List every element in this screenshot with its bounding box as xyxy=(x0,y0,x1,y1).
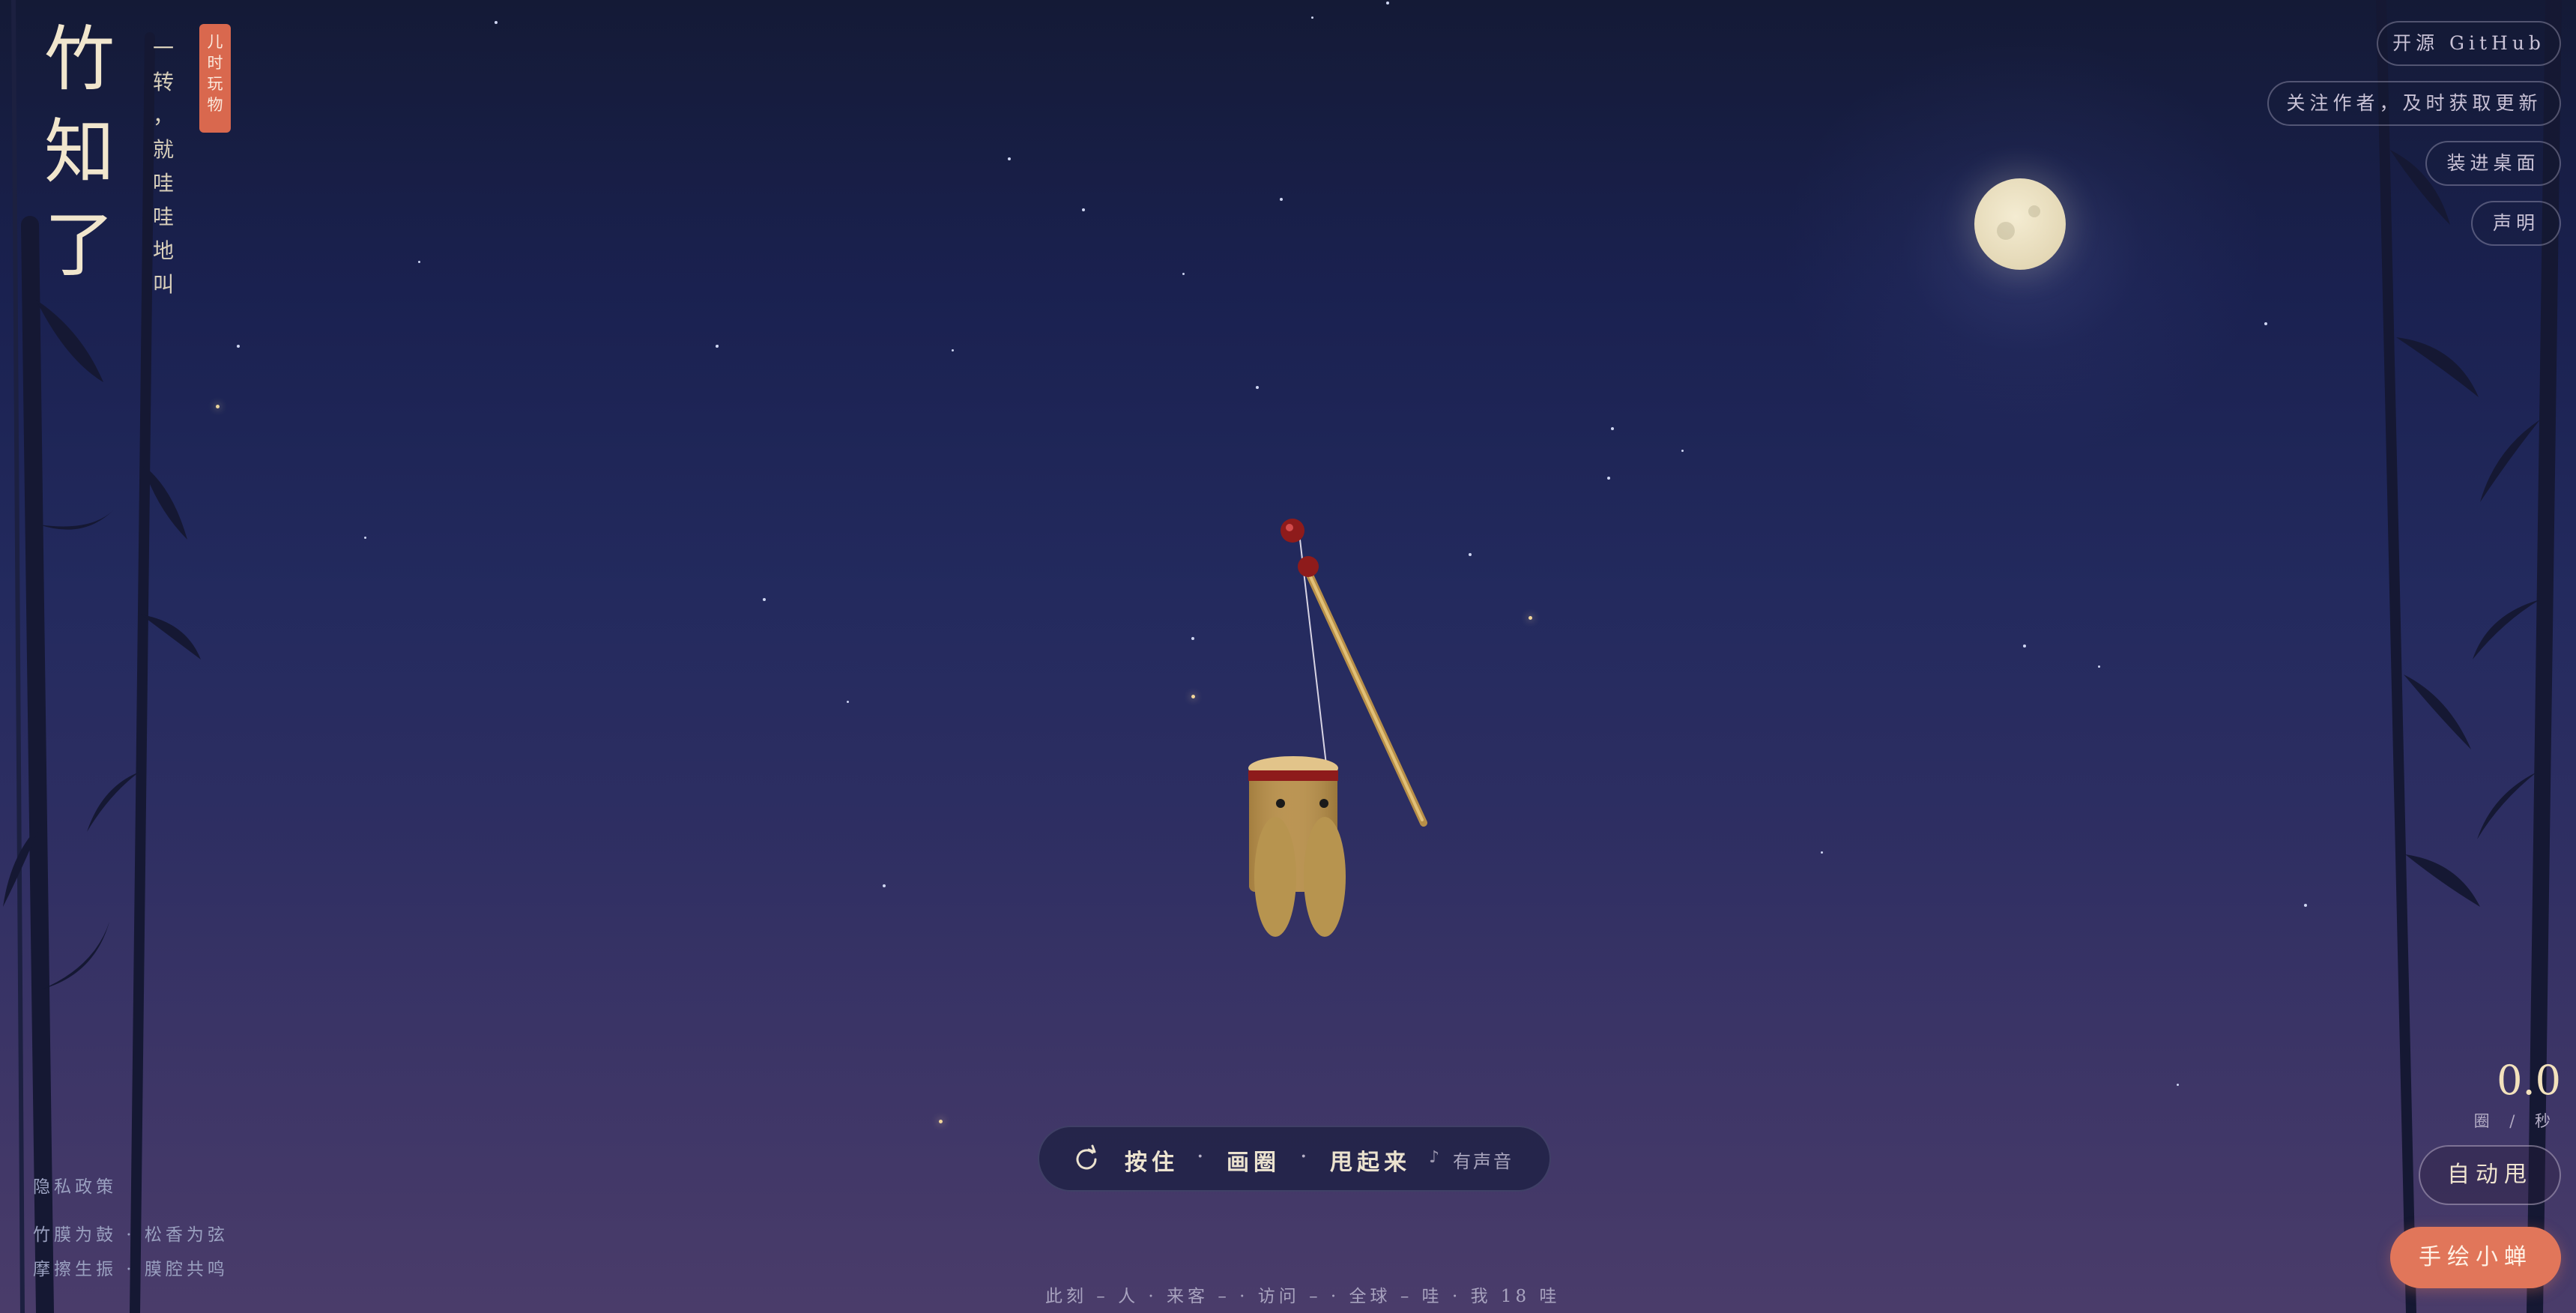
seal-char: 物 xyxy=(207,96,223,114)
github-button[interactable]: 开源 GitHub xyxy=(2377,21,2561,66)
follow-author-button[interactable]: 关注作者，及时获取更新 xyxy=(2267,81,2561,126)
star xyxy=(495,21,498,24)
privacy-policy-link[interactable]: 隐私政策 xyxy=(33,1172,117,1198)
night-sky-background xyxy=(0,0,2576,1313)
app-title: 竹 知 了 xyxy=(42,13,117,292)
star xyxy=(2177,1084,2179,1086)
sound-toggle[interactable]: 有声音 xyxy=(1453,1147,1514,1173)
star xyxy=(716,345,719,347)
step-circle: 画圈 xyxy=(1227,1150,1281,1176)
separator: · xyxy=(1300,1144,1307,1170)
subtitle-char: 哇 xyxy=(152,205,174,229)
spin-rate-value: 0.0 xyxy=(2497,1057,2561,1104)
star xyxy=(952,349,954,351)
app-subtitle: 一 转 ， 就 哇 哇 地 叫 xyxy=(148,31,178,301)
subtitle-char: 一 xyxy=(152,36,174,61)
star xyxy=(1182,273,1185,275)
cicada-toy-icon xyxy=(1248,519,1427,937)
draw-cicada-button[interactable]: 手绘小蝉 xyxy=(2390,1227,2561,1288)
star xyxy=(2264,322,2267,325)
star xyxy=(763,598,766,601)
subtitle-char: 叫 xyxy=(152,272,174,297)
spin-rate-unit: 圈 / 秒 xyxy=(2473,1112,2558,1130)
visitor-stats: 此刻 – 人 · 来客 – · 访问 – · 全球 – 哇 · 我 18 哇 xyxy=(1045,1287,1561,1306)
seal-badge: 儿 时 玩 物 xyxy=(199,24,231,133)
title-char: 竹 xyxy=(43,19,115,100)
star xyxy=(364,537,366,539)
star xyxy=(1280,198,1283,201)
star xyxy=(1311,16,1313,19)
star xyxy=(1256,386,1259,389)
seal-char: 时 xyxy=(207,54,223,72)
star xyxy=(1469,553,1472,556)
star xyxy=(883,884,886,887)
sound-icon[interactable]: ♪ xyxy=(1429,1148,1445,1167)
star xyxy=(1191,695,1195,698)
seal-char: 儿 xyxy=(207,33,223,51)
subtitle-char: 地 xyxy=(152,238,174,263)
separator: · xyxy=(1197,1144,1204,1170)
star xyxy=(1821,851,1823,854)
title-char: 了 xyxy=(43,205,115,286)
star xyxy=(847,701,849,703)
statement-button[interactable]: 声明 xyxy=(2471,201,2561,246)
star xyxy=(1082,208,1085,211)
star xyxy=(2098,665,2100,668)
star xyxy=(1008,157,1011,160)
step-press: 按住 xyxy=(1125,1150,1179,1176)
star xyxy=(237,345,240,348)
rotate-icon xyxy=(1076,1144,1097,1170)
star xyxy=(1191,637,1194,640)
title-char: 知 xyxy=(43,112,115,193)
star xyxy=(1681,450,1684,452)
subtitle-char: 转 xyxy=(152,70,174,94)
moon-icon xyxy=(1974,178,2066,270)
subtitle-char: ， xyxy=(152,103,174,128)
auto-spin-button[interactable]: 自动甩 xyxy=(2419,1145,2561,1205)
tagline-line-2: 摩擦生振 · 膜腔共鸣 xyxy=(33,1260,229,1279)
star xyxy=(418,261,420,263)
subtitle-char: 哇 xyxy=(152,171,174,196)
star xyxy=(1386,1,1389,4)
install-desktop-button[interactable]: 装进桌面 xyxy=(2425,141,2561,186)
tagline-line-1: 竹膜为鼓 · 松香为弦 xyxy=(33,1225,229,1245)
step-swing: 甩起来 xyxy=(1330,1150,1411,1176)
star xyxy=(939,1120,943,1123)
star xyxy=(2304,904,2307,907)
star xyxy=(1607,477,1610,480)
seal-char: 玩 xyxy=(207,75,223,93)
spin-instruction-bar[interactable]: 按住 · 画圈 · 甩起来 ♪ 有声音 xyxy=(1038,1126,1551,1192)
subtitle-char: 就 xyxy=(152,137,174,162)
star xyxy=(1611,427,1614,430)
star xyxy=(2023,645,2026,648)
star xyxy=(1529,616,1532,620)
